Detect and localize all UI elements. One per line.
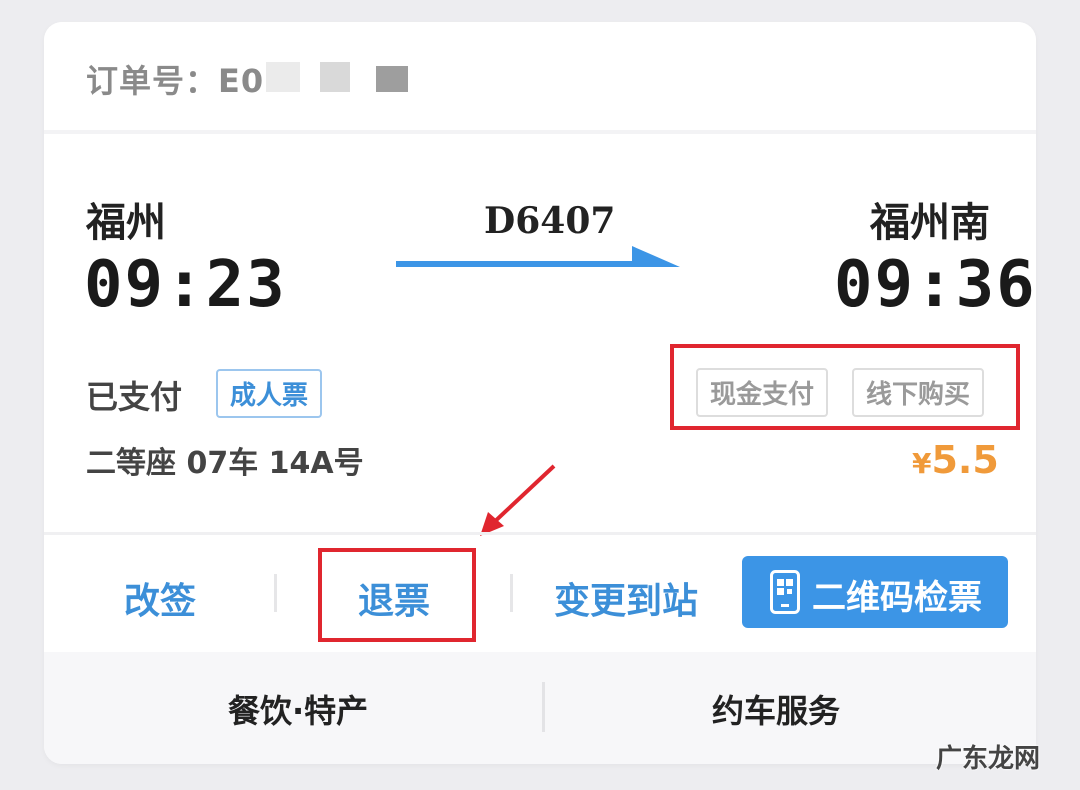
seat-info: 二等座 07车 14A号 bbox=[86, 446, 364, 481]
red-pointer-arrow-icon bbox=[480, 464, 556, 536]
arrival-time: 09:36 bbox=[834, 248, 1036, 322]
highlight-box-chips bbox=[670, 344, 1020, 430]
arrow-right-icon bbox=[396, 246, 680, 267]
car-service-link[interactable]: 约车服务 bbox=[712, 686, 840, 732]
redacted-mark bbox=[266, 62, 300, 92]
order-number-row: 订单号：E0 bbox=[44, 22, 1036, 130]
food-specialty-link[interactable]: 餐饮·特产 bbox=[228, 686, 368, 732]
departure-station: 福州 bbox=[86, 200, 166, 246]
qr-phone-icon bbox=[770, 570, 800, 614]
ticket-price: ¥5.5 bbox=[912, 438, 999, 482]
change-station-button[interactable]: 变更到站 bbox=[554, 572, 698, 624]
redacted-mark bbox=[320, 62, 350, 92]
departure-time: 09:23 bbox=[84, 248, 287, 322]
price-currency: ¥ bbox=[912, 447, 932, 480]
arrival-station: 福州南 bbox=[870, 200, 990, 246]
separator bbox=[542, 682, 545, 732]
divider bbox=[44, 130, 1036, 134]
order-number-label: 订单号：E0 bbox=[86, 62, 265, 100]
ticket-card: 订单号：E0 福州 09:23 D6407 福州南 09:36 已支付 成人票 … bbox=[44, 22, 1036, 764]
watermark-text: 广东龙网 bbox=[936, 744, 1041, 774]
price-amount: 5.5 bbox=[931, 438, 999, 482]
change-ticket-button[interactable]: 改签 bbox=[124, 572, 196, 624]
qr-check-button[interactable]: 二维码检票 bbox=[742, 556, 1008, 628]
qr-check-label: 二维码检票 bbox=[812, 578, 982, 618]
divider bbox=[44, 532, 1036, 535]
ticket-type-badge: 成人票 bbox=[216, 369, 323, 418]
highlight-box-refund bbox=[318, 548, 476, 642]
separator bbox=[510, 574, 513, 612]
separator bbox=[274, 574, 277, 612]
redacted-mark bbox=[376, 66, 408, 92]
bottom-service-bar: 餐饮·特产 约车服务 bbox=[44, 652, 1036, 764]
train-number: D6407 bbox=[484, 200, 616, 242]
payment-status: 已支付 bbox=[86, 378, 183, 416]
